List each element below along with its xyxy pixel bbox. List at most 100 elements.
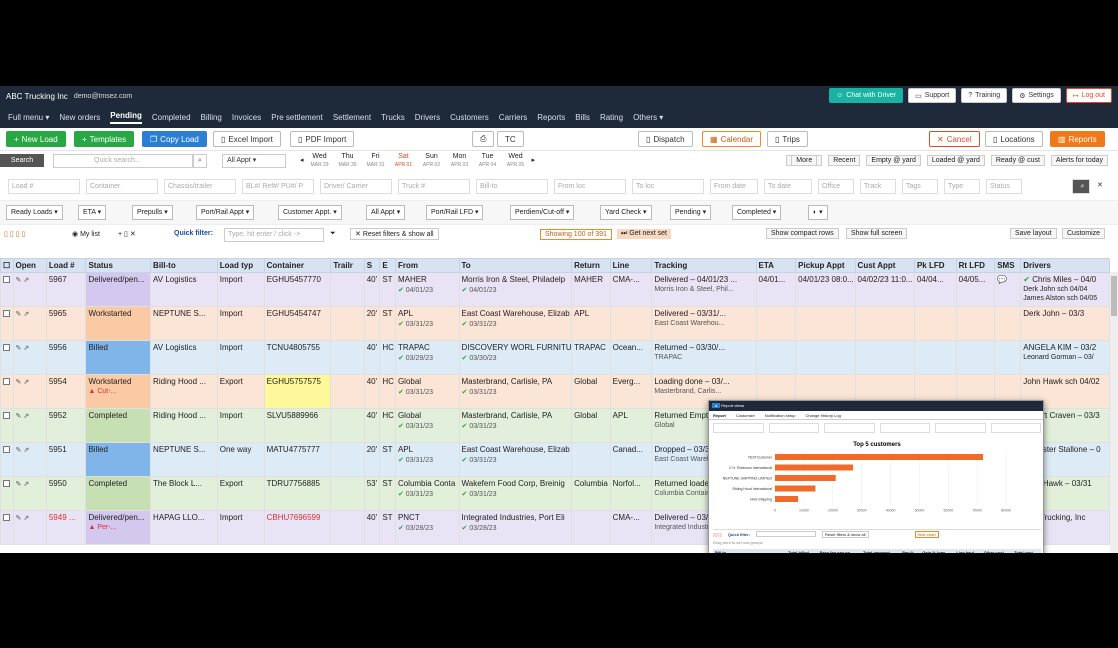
quick-filter-input[interactable]: Type, hit enter / click -> (224, 228, 324, 242)
filter-input[interactable]: Status (986, 179, 1022, 194)
filter-icon[interactable]: ⏷ (330, 230, 336, 238)
popup-tab[interactable]: Report (713, 411, 726, 419)
report-column-header[interactable]: Base fee pay pe (817, 549, 862, 553)
appt-select[interactable]: All Appt ▾ (222, 154, 286, 168)
report-column-header[interactable]: Line haul (954, 549, 982, 553)
chart-bar[interactable] (775, 496, 799, 502)
date-item[interactable]: Fri MAR 31 (364, 153, 388, 169)
quick-view-button[interactable]: Recent (828, 155, 861, 166)
nav-item[interactable]: Others ▾ (633, 113, 663, 122)
export-icons[interactable]: ▯▯▯▯ (4, 230, 27, 238)
filter-input[interactable]: To loc (632, 179, 704, 194)
chart-bar[interactable] (775, 485, 816, 492)
nav-item[interactable]: Completed (152, 113, 191, 122)
popup-filter[interactable] (990, 423, 1041, 433)
add-icon[interactable]: + ▯ ✕ (118, 230, 136, 238)
open-icon[interactable]: ⇗ (23, 379, 29, 386)
column-header[interactable]: Pickup Appt (795, 258, 856, 273)
quick-view-button[interactable]: Empty @ yard (866, 155, 921, 166)
date-item[interactable]: Sun APR 02 (420, 153, 444, 169)
hide-chart-button[interactable]: Hide chart (914, 530, 939, 538)
search-icon[interactable]: ⌕ (193, 154, 207, 168)
quick-view-button[interactable]: Loaded @ yard (926, 155, 985, 166)
column-header[interactable]: Return (571, 258, 611, 273)
row-checkbox[interactable] (3, 276, 10, 284)
nav-item[interactable]: Carriers (499, 113, 527, 122)
popup-filter[interactable] (879, 423, 930, 433)
compact-rows-button[interactable]: Show compact rows (766, 228, 839, 239)
full-screen-button[interactable]: Show full screen (846, 228, 908, 239)
column-header[interactable]: Open (12, 258, 47, 273)
filter-input[interactable]: To date (764, 179, 812, 194)
next-icon[interactable]: ▸ (532, 153, 536, 169)
column-header[interactable]: Rt LFD (955, 258, 996, 273)
row-checkbox[interactable] (3, 446, 10, 454)
column-header[interactable]: Bill-to (150, 258, 218, 273)
nav-item[interactable]: Bills (575, 113, 590, 122)
column-header[interactable]: Load typ (216, 258, 265, 273)
column-header[interactable]: To (458, 258, 573, 273)
open-icon[interactable]: ⇗ (23, 515, 29, 522)
filter-input[interactable]: From date (710, 179, 758, 194)
filter-input[interactable]: Track (860, 179, 896, 194)
nav-item[interactable]: New orders (59, 113, 100, 122)
calendar-button[interactable]: ▦ Calendar (702, 131, 762, 147)
popup-tab[interactable]: Customize (736, 411, 755, 419)
column-header[interactable]: Status (85, 258, 152, 273)
column-header[interactable]: Line (609, 258, 653, 273)
popup-filter[interactable] (935, 423, 986, 433)
nav-item[interactable]: Rating (600, 113, 623, 122)
column-header[interactable]: S (363, 258, 381, 273)
reports-button[interactable]: ▥ Reports (1050, 131, 1105, 147)
quick-view-button[interactable]: Alerts for today (1050, 155, 1108, 166)
report-column-header[interactable]: Total billed (786, 549, 818, 553)
customize-button[interactable]: Customize (1062, 228, 1106, 239)
locations-button[interactable]: ▯ Locations (985, 131, 1043, 147)
date-item[interactable]: Tue APR 04 (476, 153, 500, 169)
nav-item[interactable]: Full menu ▾ (8, 113, 49, 122)
nav-item[interactable]: Pre settlement (271, 113, 323, 122)
prev-icon[interactable]: ◂ (300, 153, 304, 169)
filter-input[interactable]: Tags (902, 179, 938, 194)
open-icon[interactable]: ⇗ (23, 447, 29, 454)
nav-item[interactable]: Invoices (232, 113, 261, 122)
new-load-button[interactable]: + New Load (6, 131, 66, 147)
support-button[interactable]: ▭ Support (908, 88, 957, 103)
report-column-header[interactable]: Bill to (713, 549, 787, 553)
copy-load-button[interactable]: ❐ Copy Load (142, 131, 207, 147)
filter-input[interactable]: Driver/ Carrier (320, 179, 392, 194)
report-column-header[interactable]: Total cost (1012, 549, 1041, 553)
nav-item[interactable]: Pending (110, 111, 142, 124)
templates-button[interactable]: + Templates (74, 131, 135, 147)
column-header[interactable]: Pk LFD (913, 258, 957, 273)
get-next-set-button[interactable]: ⏭ Get next set (617, 229, 671, 239)
filter-chip[interactable]: Ready Loads ▾ (6, 205, 63, 220)
more-button[interactable]: More (786, 155, 823, 166)
nav-item[interactable]: Trucks (381, 113, 405, 122)
filter-input[interactable]: Office (818, 179, 854, 194)
popup-filter[interactable] (768, 423, 819, 433)
column-header[interactable]: Cust Appt (854, 258, 915, 273)
chat-with-driver-button[interactable]: ☺ Chat with Driver (829, 88, 904, 103)
nav-item[interactable]: Reports (537, 113, 565, 122)
search-button[interactable]: Search (0, 154, 44, 167)
row-checkbox[interactable] (3, 344, 10, 352)
excel-import-button[interactable]: ▯ Excel Import (213, 131, 281, 147)
column-header[interactable]: From (394, 258, 460, 273)
report-column-header[interactable]: Other cost (981, 549, 1013, 553)
popup-reset-button[interactable]: Reset filters & show all (822, 530, 869, 538)
search-icon[interactable]: ⌕ (1072, 179, 1090, 194)
more-chip[interactable]: ◐ ▾ (808, 205, 828, 220)
chart-bar[interactable] (775, 454, 983, 460)
print-button[interactable]: ⎙ (472, 131, 495, 147)
filter-input[interactable]: Type (944, 179, 980, 194)
column-header[interactable]: Tracking (651, 258, 757, 273)
export-icons[interactable]: ▯▯▯▯ (713, 532, 722, 537)
date-item[interactable]: Mon APR 03 (448, 153, 472, 169)
filter-input[interactable]: Chassis/trailer (164, 179, 236, 194)
nav-item[interactable]: Drivers (415, 113, 440, 122)
column-header[interactable]: SMS (994, 258, 1022, 273)
row-checkbox[interactable] (3, 514, 10, 522)
quick-view-button[interactable]: Ready @ cust (990, 155, 1045, 166)
save-layout-button[interactable]: Save layout (1010, 228, 1057, 239)
